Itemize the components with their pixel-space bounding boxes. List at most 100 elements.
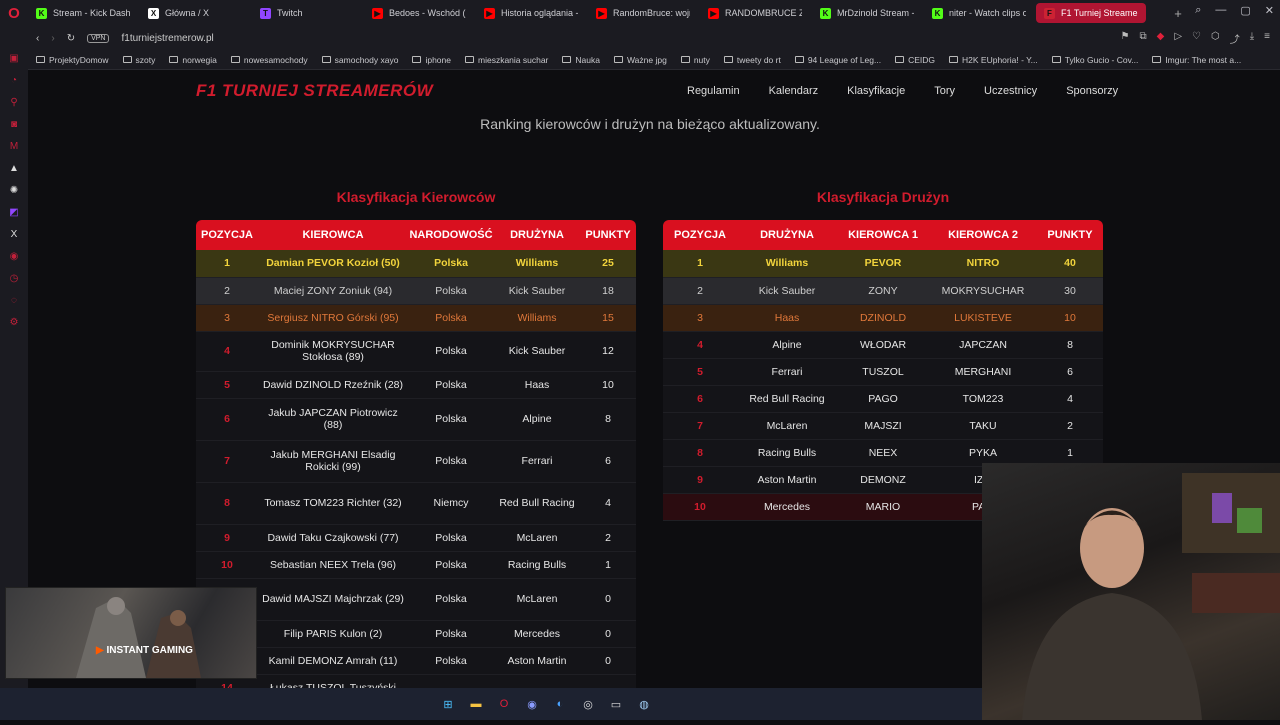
nav-link[interactable]: Klasyfikacje: [847, 85, 905, 97]
share-icon[interactable]: ⤴: [1230, 31, 1240, 46]
vpn-badge[interactable]: VPN: [87, 33, 110, 43]
maximize-icon[interactable]: ▢: [1240, 4, 1250, 17]
table-cell: McLaren: [494, 578, 580, 621]
bookmark-icon[interactable]: ⚑: [1121, 31, 1130, 46]
table-cell: Aston Martin: [737, 466, 837, 494]
browser-tab[interactable]: ▶ RANDOMBRUCE ZBA...: [700, 3, 810, 23]
extensions-icon[interactable]: ⬡: [1211, 31, 1220, 46]
table-cell: 1: [196, 250, 258, 278]
bookmark-item[interactable]: Tylko Gucio - Cov...: [1051, 55, 1138, 65]
player-sidebar-icon[interactable]: ◉: [8, 250, 20, 262]
bookmark-label: tweety do rt: [736, 54, 781, 65]
clock-icon[interactable]: ◷: [8, 272, 20, 284]
reload-icon[interactable]: ↻: [67, 33, 75, 44]
x-icon[interactable]: X: [8, 228, 20, 240]
folder-icon: [1051, 56, 1061, 63]
new-tab-icon[interactable]: +: [1168, 6, 1188, 21]
back-icon[interactable]: ‹: [36, 33, 39, 44]
close-icon[interactable]: ✕: [1265, 4, 1274, 17]
bookmark-item[interactable]: Nauka: [562, 55, 600, 65]
browser-tab[interactable]: T Twitch: [252, 3, 362, 23]
heart-icon[interactable]: ♡: [1192, 31, 1201, 46]
search-icon[interactable]: ⌕: [1195, 4, 1201, 17]
nav-link[interactable]: Regulamin: [687, 85, 740, 97]
windows-start-icon[interactable]: ⊞: [439, 695, 457, 713]
snapshot-icon[interactable]: ⧉: [1139, 31, 1146, 46]
table-cell: Dominik MOKRYSUCHAR Stokłosa (89): [258, 331, 408, 372]
discord-icon[interactable]: ◉: [523, 695, 541, 713]
table-cell: 4: [196, 331, 258, 372]
table-row: 6 Jakub JAPCZAN Piotrowicz (88) Polska Alpi…: [196, 398, 636, 441]
tab-title: Historia oglądania - ...: [501, 8, 578, 18]
bookmark-label: norwegia: [182, 54, 217, 65]
bookmark-item[interactable]: norwegia: [169, 55, 217, 65]
forward-icon[interactable]: ›: [51, 33, 54, 44]
url-field[interactable]: f1turniejstremerow.pl: [121, 33, 213, 44]
table-cell: 40: [1037, 250, 1103, 278]
history-icon[interactable]: ◔: [8, 74, 20, 86]
bookmark-item[interactable]: samochody xayo: [321, 55, 398, 65]
browser-tab[interactable]: F F1 Turniej Streamerów - ...: [1036, 3, 1146, 23]
bookmark-item[interactable]: nuty: [680, 55, 710, 65]
pinboard-icon[interactable]: ⚲: [8, 96, 20, 108]
bookmark-item[interactable]: tweety do rt: [723, 54, 781, 65]
browser-tab[interactable]: K Stream - Kick Dashb...: [28, 3, 138, 23]
messenger-taskbar-icon[interactable]: ◐: [551, 695, 569, 713]
folder-icon: [122, 56, 132, 63]
bookmark-item[interactable]: Imgur: The most a...: [1152, 55, 1241, 65]
messenger-icon[interactable]: ◙: [8, 118, 20, 130]
table-row: 9 Dawid Taku Czajkowski (77) Polska McLaren…: [196, 524, 636, 552]
obs-icon[interactable]: ◎: [579, 695, 597, 713]
table-cell: Polska: [408, 250, 494, 278]
table-cell: 18: [580, 277, 636, 305]
shield-icon[interactable]: ◆: [1157, 31, 1165, 46]
nav-link[interactable]: Sponsorzy: [1066, 85, 1118, 97]
opera-taskbar-icon[interactable]: O: [495, 695, 513, 713]
nav-link[interactable]: Kalendarz: [769, 85, 819, 97]
browser-tab[interactable]: ▶ RandomBruce: wojna...: [588, 3, 698, 23]
file-explorer-icon[interactable]: ▬: [467, 695, 485, 713]
bookmark-item[interactable]: CEIDG: [895, 55, 935, 65]
bookmark-item[interactable]: mieszkania suchar: [465, 55, 548, 65]
aria-icon[interactable]: ▲: [8, 162, 20, 174]
opera-logo-icon[interactable]: O: [0, 0, 28, 26]
nav-link[interactable]: Tory: [934, 85, 955, 97]
table-row: 3 Sergiusz NITRO Górski (95) Polska William…: [196, 304, 636, 332]
tab-favicon-icon: ▶: [708, 7, 719, 19]
browser-tab[interactable]: Kniter - Watch clips o...: [924, 3, 1034, 23]
browser-tab[interactable]: X Główna / X: [140, 3, 250, 23]
bookmark-item[interactable]: ProjektyDomow: [36, 55, 109, 65]
bookmark-item[interactable]: nowesamochody: [230, 55, 308, 65]
table-row: 1 Williams PEVOR NITRO 40: [663, 250, 1103, 278]
bookmark-item[interactable]: Ważne jpg: [613, 55, 667, 65]
player-icon[interactable]: ▷: [1174, 31, 1182, 46]
browser-tab[interactable]: ▶ Bedoes - Wschód (L...: [364, 3, 474, 23]
wallet-icon[interactable]: ▣: [8, 52, 20, 64]
terminal-icon[interactable]: ▭: [607, 695, 625, 713]
bookmark-item[interactable]: H2K EUphoria! - Y...: [949, 55, 1038, 65]
tab-title: Bedoes - Wschód (L...: [389, 8, 466, 18]
download-icon[interactable]: ⤓: [1250, 31, 1254, 46]
site-logo[interactable]: F1 TURNIEJ STREAMERÓW: [196, 81, 433, 101]
gmail-icon[interactable]: M: [8, 140, 20, 152]
chat-icon[interactable]: ◌: [8, 294, 20, 306]
bookmark-item[interactable]: szoty: [122, 55, 155, 65]
browser-tab[interactable]: K MrDzinold Stream - ...: [812, 3, 922, 23]
table-cell: Łukasz TUSZOL Tuszyński: [258, 674, 408, 688]
bookmark-item[interactable]: iphone: [412, 55, 451, 65]
nav-link[interactable]: Uczestnicy: [984, 85, 1037, 97]
twitch-icon[interactable]: ◩: [8, 206, 20, 218]
settings-icon[interactable]: ⚙: [8, 316, 20, 328]
minimize-icon[interactable]: —: [1215, 4, 1226, 17]
browser-tab[interactable]: ▶ Historia oglądania - ...: [476, 3, 586, 23]
table-cell: ZONY: [837, 277, 929, 305]
tab-favicon-icon: F: [1044, 7, 1055, 19]
chatgpt-icon[interactable]: ✺: [8, 184, 20, 196]
steam-icon[interactable]: ◍: [635, 695, 653, 713]
windows-taskbar: ⊞ ▬ O ◉ ◐ ◎ ▭ ◍: [0, 688, 982, 720]
bookmark-item[interactable]: 94 League of Leg...: [794, 55, 881, 65]
streamer-webcam: [982, 463, 1280, 720]
table-cell: 3: [663, 304, 737, 332]
menu-icon[interactable]: ≡: [1264, 31, 1270, 46]
table-cell: Polska: [408, 277, 494, 305]
